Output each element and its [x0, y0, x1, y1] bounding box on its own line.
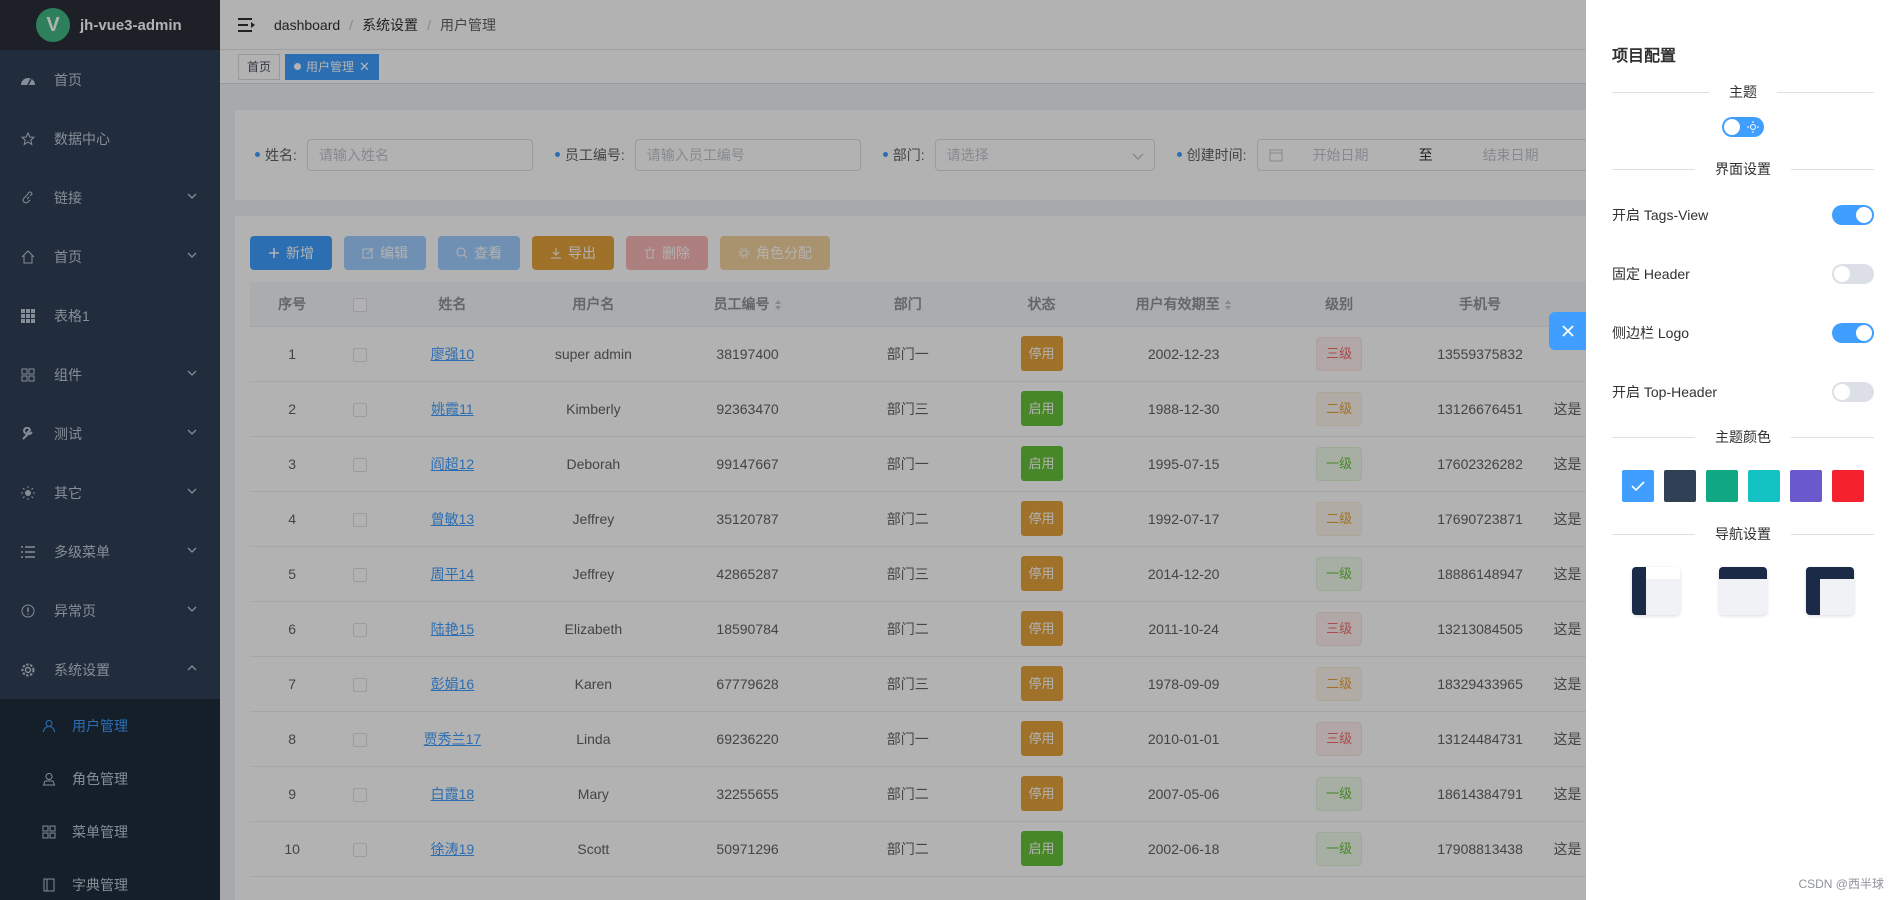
theme-colors [1612, 470, 1874, 502]
setting-label: 固定 Header [1612, 265, 1690, 282]
nav-layout-side[interactable] [1632, 567, 1680, 615]
drawer-mask[interactable] [0, 0, 1586, 900]
watermark: CSDN @西半球 [1798, 877, 1884, 891]
theme-color-swatch[interactable] [1622, 470, 1654, 502]
nav-layouts [1612, 567, 1874, 615]
theme-color-swatch[interactable] [1832, 470, 1864, 502]
settings-drawer: 项目配置 主题 界面设置 开启 Tags-View 固定 Header 侧边栏 Lo… [1586, 0, 1898, 900]
setting-switch[interactable] [1832, 204, 1874, 225]
setting-label: 开启 Top-Header [1612, 383, 1718, 400]
drawer-title: 项目配置 [1612, 48, 1677, 65]
sun-icon [1747, 121, 1759, 133]
setting-row-3: 开启 Top-Header [1612, 362, 1874, 421]
setting-label: 开启 Tags-View [1612, 206, 1709, 223]
setting-switch[interactable] [1832, 381, 1874, 402]
setting-row-0: 开启 Tags-View [1612, 185, 1874, 244]
setting-row-2: 侧边栏 Logo [1612, 303, 1874, 362]
check-icon [1631, 481, 1645, 492]
theme-color-swatch[interactable] [1706, 470, 1738, 502]
theme-color-swatch[interactable] [1664, 470, 1696, 502]
setting-switch[interactable] [1832, 263, 1874, 284]
close-drawer-button[interactable] [1549, 312, 1587, 350]
theme-color-swatch[interactable] [1790, 470, 1822, 502]
close-icon [1562, 325, 1574, 337]
setting-label: 侧边栏 Logo [1612, 324, 1690, 341]
setting-row-1: 固定 Header [1612, 244, 1874, 303]
dark-mode-toggle[interactable] [1722, 117, 1764, 137]
nav-divider: 导航设置 [1612, 524, 1874, 544]
theme-color-swatch[interactable] [1748, 470, 1780, 502]
nav-layout-top[interactable] [1719, 567, 1767, 615]
color-divider: 主题颜色 [1612, 427, 1874, 447]
nav-layout-mixed[interactable] [1806, 567, 1854, 615]
theme-divider: 主题 [1612, 82, 1874, 102]
ui-divider: 界面设置 [1612, 159, 1874, 179]
setting-switch[interactable] [1832, 322, 1874, 343]
